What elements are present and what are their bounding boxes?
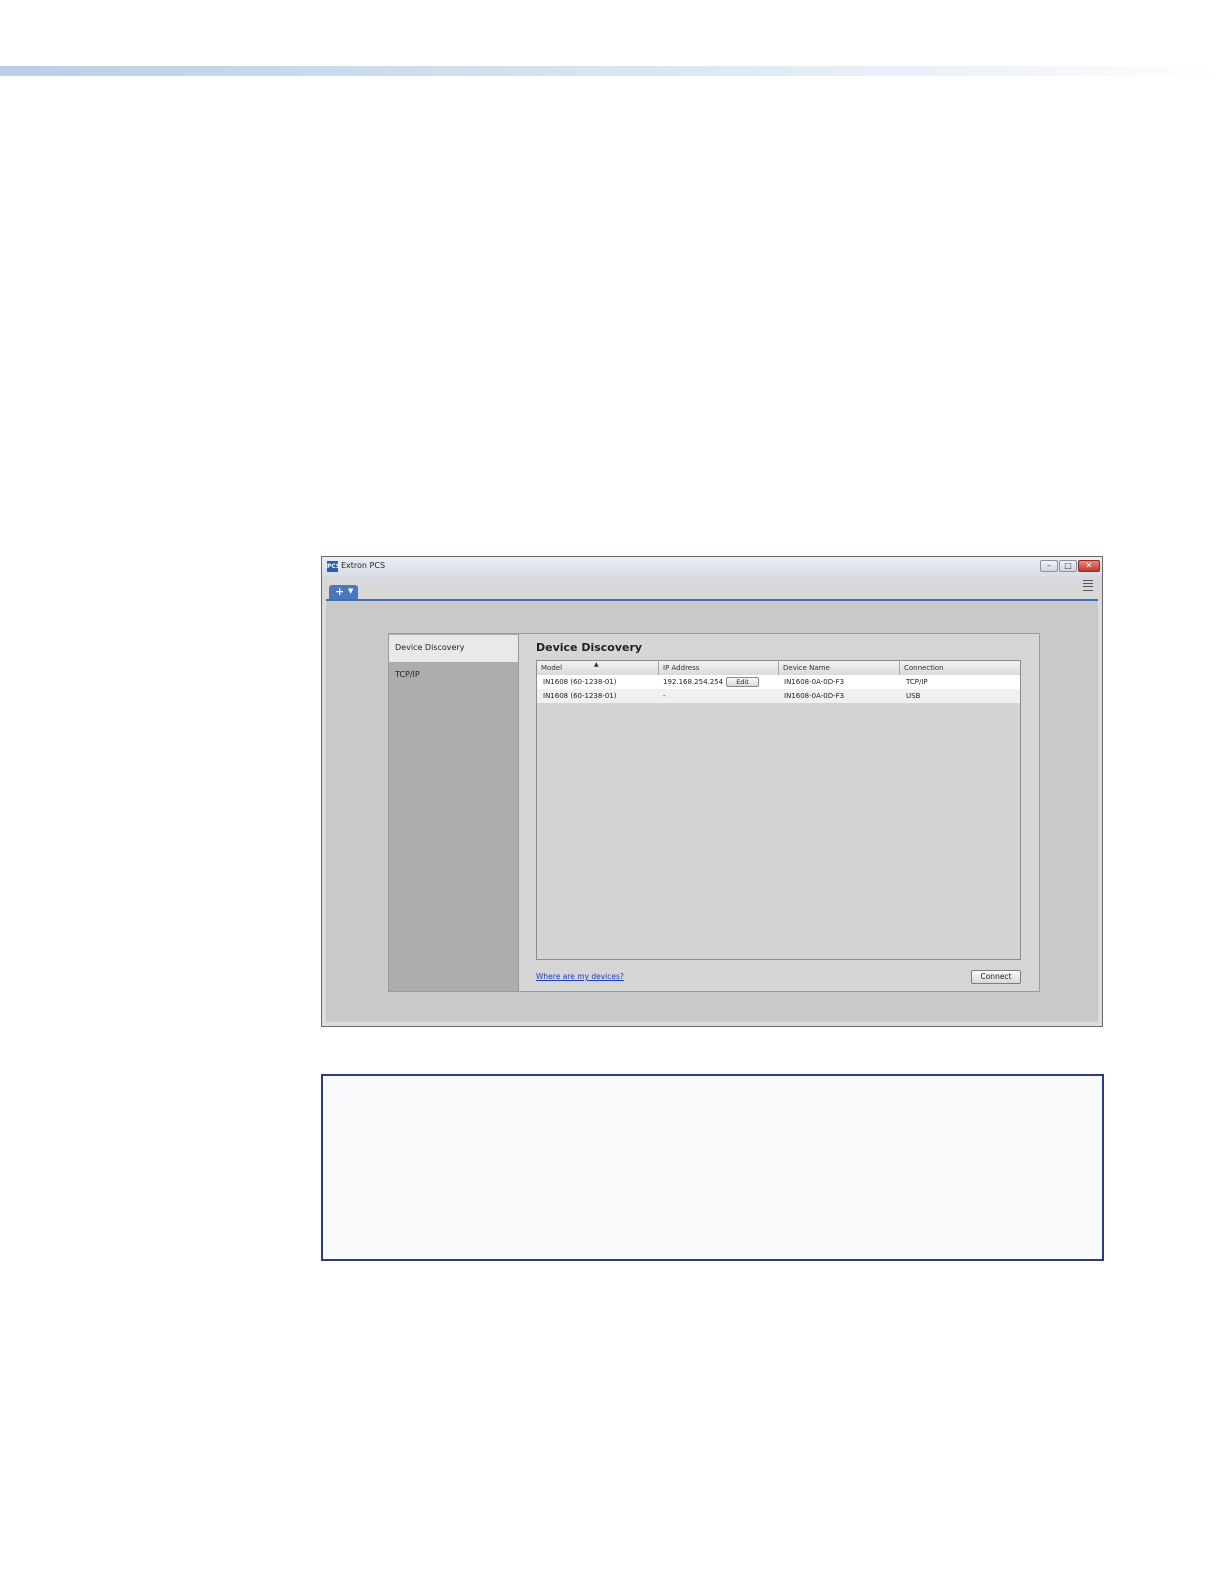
sidebar: Device Discovery TCP/IP — [389, 634, 519, 991]
header-rule — [0, 66, 1224, 76]
column-header-connection[interactable]: Connection — [900, 661, 1020, 675]
cell-ip-address: - — [663, 692, 666, 700]
cell-connection: USB — [906, 692, 921, 700]
discovery-panel: Device Discovery TCP/IP Device Discovery… — [388, 633, 1040, 992]
maximize-button[interactable]: □ — [1059, 560, 1077, 572]
table-row[interactable]: IN1608 (60-1238-01) - IN1608-0A-0D-F3 US… — [537, 689, 1020, 703]
cell-device-name: IN1608-0A-0D-F3 — [784, 678, 845, 686]
main-content: Device Discovery Model ▲ IP Address Devi… — [519, 634, 1039, 991]
window-title: Extron PCS — [341, 561, 386, 570]
cell-ip-address: 192.168.254.254 — [663, 678, 724, 686]
workspace: Device Discovery TCP/IP Device Discovery… — [326, 601, 1098, 1022]
device-table: Model ▲ IP Address Device Name Connectio… — [536, 660, 1021, 960]
cell-model: IN1608 (60-1238-01) — [543, 678, 617, 686]
table-row[interactable]: IN1608 (60-1238-01) 192.168.254.254 Edit… — [537, 675, 1020, 689]
note-box — [321, 1074, 1104, 1261]
add-tab-button[interactable]: + ▼ — [329, 585, 358, 599]
minimize-button[interactable]: – — [1040, 560, 1058, 572]
title-bar[interactable]: PCS Extron PCS – □ ✕ — [322, 557, 1102, 577]
cell-device-name: IN1608-0A-0D-F3 — [784, 692, 845, 700]
column-header-device-name[interactable]: Device Name — [779, 661, 900, 675]
cell-connection: TCP/IP — [906, 678, 928, 686]
sidebar-item-device-discovery[interactable]: Device Discovery — [389, 635, 518, 662]
connect-button[interactable]: Connect — [971, 970, 1021, 984]
where-are-my-devices-link[interactable]: Where are my devices? — [536, 972, 624, 981]
menu-icon[interactable] — [1083, 580, 1093, 591]
close-button[interactable]: ✕ — [1078, 560, 1100, 572]
sidebar-item-tcp-ip[interactable]: TCP/IP — [389, 662, 518, 688]
page-title: Device Discovery — [536, 641, 643, 654]
app-logo-icon: PCS — [327, 561, 341, 572]
app-window: PCS Extron PCS – □ ✕ + ▼ Device Discover… — [321, 556, 1103, 1027]
plus-icon: + — [335, 585, 345, 598]
toolbar: + ▼ — [322, 577, 1102, 600]
column-header-ip-address[interactable]: IP Address — [659, 661, 779, 675]
table-header: Model ▲ IP Address Device Name Connectio… — [537, 661, 1020, 676]
sort-ascending-icon: ▲ — [594, 661, 599, 668]
column-header-model[interactable]: Model ▲ — [537, 661, 659, 675]
edit-ip-button[interactable]: Edit — [726, 677, 759, 687]
chevron-down-icon[interactable]: ▼ — [348, 584, 353, 598]
cell-model: IN1608 (60-1238-01) — [543, 692, 617, 700]
